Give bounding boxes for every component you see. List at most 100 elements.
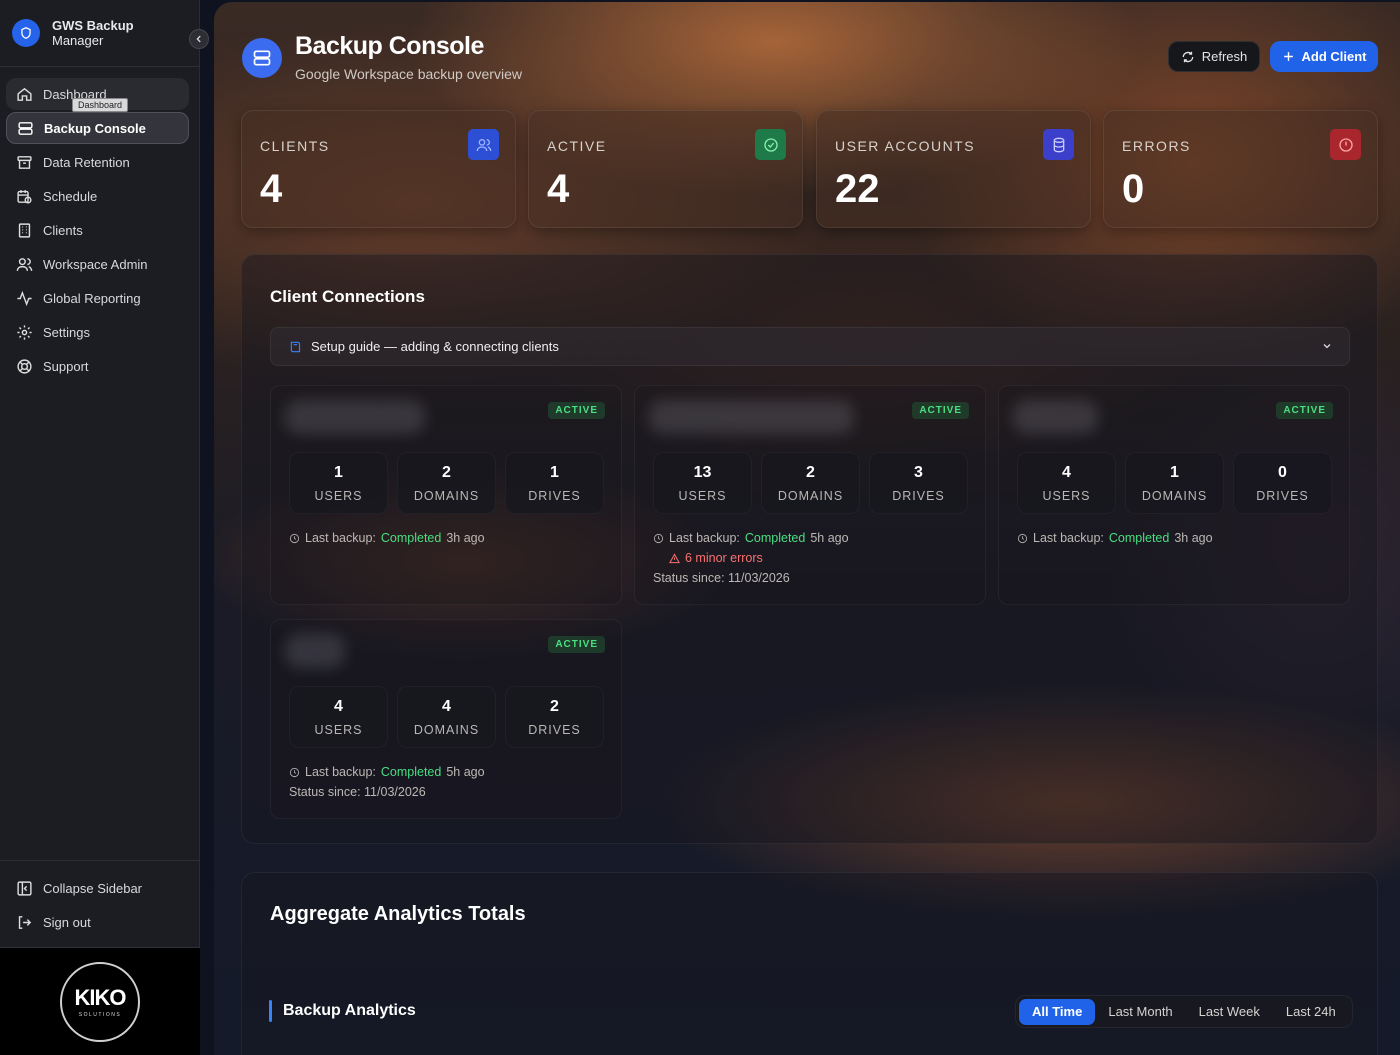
metric-label: DOMAINS xyxy=(413,488,480,503)
backup-prefix: Last backup: xyxy=(669,531,740,545)
refresh-button[interactable]: Refresh xyxy=(1168,41,1260,72)
activity-icon xyxy=(17,290,32,306)
brand-subname: Manager xyxy=(52,33,104,48)
backup-status: Completed xyxy=(380,765,442,779)
metric-value: 1 xyxy=(550,463,559,481)
collapse-sidebar-button[interactable]: Collapse Sidebar xyxy=(6,872,189,904)
tab-all-time[interactable]: All Time xyxy=(1019,998,1096,1025)
client-card[interactable]: ACTIVE 1 USERS 2 DOMAINS 1 DRIVES Last back… xyxy=(270,385,622,605)
backup-prefix: Last backup: xyxy=(1033,531,1104,545)
sidebar-item-label: Schedule xyxy=(43,188,98,204)
sidebar-item-global-reporting[interactable]: Global Reporting xyxy=(6,282,189,314)
metric-label: DRIVES xyxy=(528,488,581,503)
page-title: Backup Console xyxy=(295,32,484,60)
backup-prefix: Last backup: xyxy=(305,531,376,545)
main-content: Backup Console Google Workspace backup o… xyxy=(214,2,1400,1055)
stat-card-user-accounts: USER ACCOUNTS 22 xyxy=(816,110,1091,228)
metric-label: DOMAINS xyxy=(1141,488,1208,503)
sidebar-item-settings[interactable]: Settings xyxy=(6,316,189,348)
users-icon xyxy=(16,257,33,271)
plus-icon xyxy=(1283,52,1293,61)
add-client-button[interactable]: Add Client xyxy=(1270,41,1378,72)
users-icon xyxy=(468,129,499,160)
metric-value: 2 xyxy=(550,697,559,715)
lifebuoy-icon xyxy=(17,358,32,374)
clock-icon xyxy=(653,533,664,543)
client-card[interactable]: ACTIVE 4 USERS 4 DOMAINS 2 DRIVES Last back… xyxy=(270,619,622,819)
add-client-label: Add Client xyxy=(1301,49,1367,64)
tab-last-week[interactable]: Last Week xyxy=(1186,999,1273,1025)
status-since: Status since: 11/03/2026 xyxy=(289,785,426,799)
sidebar-item-label: Sign out xyxy=(43,914,91,930)
status-badge: ACTIVE xyxy=(548,636,605,653)
metric-label: USERS xyxy=(678,488,727,503)
backup-ago: 3h ago xyxy=(446,531,485,545)
users-metric: 13 USERS xyxy=(653,452,752,514)
client-name-redacted xyxy=(649,400,854,434)
domains-metric: 2 DOMAINS xyxy=(397,452,496,514)
collapse-toggle-button[interactable] xyxy=(189,29,209,49)
backup-status: Completed xyxy=(380,531,442,545)
stat-label: ACTIVE xyxy=(547,138,607,154)
refresh-label: Refresh xyxy=(1201,49,1248,64)
building-icon xyxy=(18,222,31,238)
section-accent xyxy=(269,1000,272,1022)
client-connections-panel: Client Connections Setup guide — adding … xyxy=(241,254,1378,844)
setup-guide-accordion[interactable]: Setup guide — adding & connecting client… xyxy=(270,327,1350,366)
error-summary: 6 minor errors xyxy=(669,551,763,565)
page-subtitle: Google Workspace backup overview xyxy=(295,66,522,82)
client-name-redacted xyxy=(285,400,425,434)
users-metric: 4 USERS xyxy=(1017,452,1116,514)
metric-label: USERS xyxy=(314,488,363,503)
tab-last-24h[interactable]: Last 24h xyxy=(1273,999,1349,1025)
client-card[interactable]: ACTIVE 4 USERS 1 DOMAINS 0 DRIVES Last back… xyxy=(998,385,1350,605)
book-icon xyxy=(290,341,301,352)
tab-last-month[interactable]: Last Month xyxy=(1095,999,1185,1025)
divider xyxy=(0,860,200,861)
brand: GWS Backup Manager xyxy=(12,18,134,48)
status-badge: ACTIVE xyxy=(1276,402,1333,419)
stat-value: 0 xyxy=(1122,167,1145,211)
backup-status: Completed xyxy=(744,531,806,545)
aggregate-analytics-panel: Aggregate Analytics Totals Backup Analyt… xyxy=(241,872,1378,1055)
sidebar-item-support[interactable]: Support xyxy=(6,350,189,382)
sign-out-button[interactable]: Sign out xyxy=(6,906,189,938)
panel-title: Aggregate Analytics Totals xyxy=(270,903,526,925)
sidebar-item-data-retention[interactable]: Data Retention xyxy=(6,146,189,178)
logo-text: KIKO xyxy=(74,985,127,1010)
panel-title: Client Connections xyxy=(270,287,425,306)
sidebar-item-workspace-admin[interactable]: Workspace Admin xyxy=(6,248,189,280)
sidebar-item-clients[interactable]: Clients xyxy=(6,214,189,246)
metric-value: 3 xyxy=(914,463,923,481)
metric-value: 4 xyxy=(334,697,343,715)
sidebar-item-label: Collapse Sidebar xyxy=(43,880,143,896)
archive-icon xyxy=(17,155,32,169)
sidebar-item-dashboard[interactable]: Dashboard Dashboard xyxy=(6,78,189,112)
sidebar-item-backup-console[interactable]: Backup Console xyxy=(6,112,189,144)
warning-icon xyxy=(669,552,680,563)
metric-value: 4 xyxy=(1062,463,1071,481)
sidebar-item-schedule[interactable]: Schedule xyxy=(6,180,189,212)
brand-name: GWS Backup xyxy=(52,18,134,33)
section-title: Backup Analytics xyxy=(283,1002,416,1019)
panel-left-icon xyxy=(17,880,32,896)
client-card[interactable]: ACTIVE 13 USERS 2 DOMAINS 3 DRIVES Last bac… xyxy=(634,385,986,605)
status-badge: ACTIVE xyxy=(548,402,605,419)
stat-value: 22 xyxy=(835,167,880,211)
status-badge: ACTIVE xyxy=(912,402,969,419)
drives-metric: 1 DRIVES xyxy=(505,452,604,514)
domains-metric: 4 DOMAINS xyxy=(397,686,496,748)
tooltip: Dashboard xyxy=(72,98,129,112)
domains-metric: 2 DOMAINS xyxy=(761,452,860,514)
time-range-tabs: All Time Last Month Last Week Last 24h xyxy=(1015,995,1353,1028)
stat-card-errors: ERRORS 0 xyxy=(1103,110,1378,228)
last-backup: Last backup: Completed 5h ago xyxy=(653,531,849,545)
domains-metric: 1 DOMAINS xyxy=(1125,452,1224,514)
sidebar-item-label: Backup Console xyxy=(44,120,146,136)
stat-card-clients: CLIENTS 4 xyxy=(241,110,516,228)
clock-icon xyxy=(1017,533,1028,543)
clock-icon xyxy=(289,767,300,777)
chevron-left-icon xyxy=(196,35,201,43)
shield-icon xyxy=(12,19,40,47)
backup-ago: 5h ago xyxy=(446,765,485,779)
